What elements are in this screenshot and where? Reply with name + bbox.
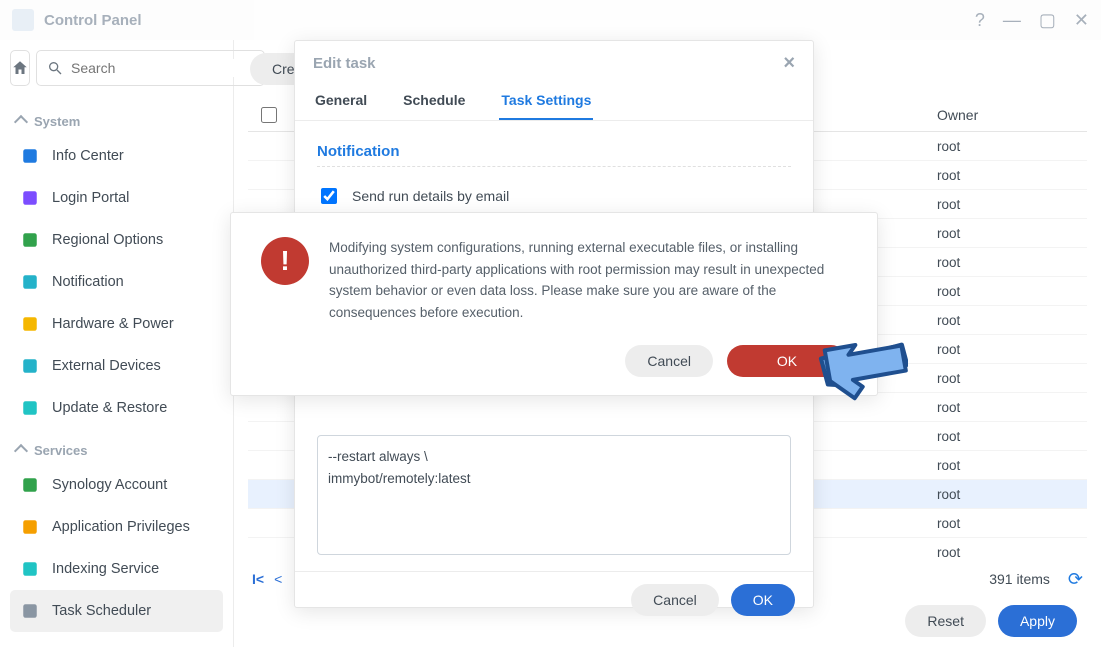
sidebar-item-label: Info Center bbox=[52, 148, 124, 164]
owner-cell: root bbox=[937, 458, 1087, 473]
tab-task-settings[interactable]: Task Settings bbox=[499, 92, 593, 120]
pager-prev-icon[interactable]: < bbox=[274, 571, 282, 587]
owner-cell: root bbox=[937, 313, 1087, 328]
owner-cell: root bbox=[937, 545, 1087, 560]
window-title: Control Panel bbox=[44, 12, 975, 29]
edit-cancel-button[interactable]: Cancel bbox=[631, 584, 719, 616]
edit-ok-label: OK bbox=[753, 592, 773, 608]
sidebar-item-info-center[interactable]: Info Center bbox=[10, 135, 223, 177]
sidebar-item-label: Hardware & Power bbox=[52, 316, 174, 332]
sidebar-item-notification[interactable]: Notification bbox=[10, 261, 223, 303]
owner-cell: root bbox=[937, 371, 1087, 386]
portal-icon bbox=[20, 188, 40, 208]
update-icon bbox=[20, 398, 40, 418]
warn-ok-button[interactable]: OK bbox=[727, 345, 847, 377]
home-button[interactable] bbox=[10, 50, 30, 86]
home-icon bbox=[11, 59, 29, 77]
reset-button[interactable]: Reset bbox=[905, 605, 986, 637]
send-email-label: Send run details by email bbox=[352, 188, 509, 204]
sidebar-item-indexing-service[interactable]: Indexing Service bbox=[10, 548, 223, 590]
sidebar: System Info Center Login Portal Regional Op… bbox=[0, 40, 234, 647]
section-notification: Notification bbox=[317, 137, 791, 167]
scheduler-icon bbox=[20, 601, 40, 621]
sidebar-item-label: Notification bbox=[52, 274, 124, 290]
owner-cell: root bbox=[937, 400, 1087, 415]
external-icon bbox=[20, 356, 40, 376]
section-label: Services bbox=[34, 443, 88, 458]
sidebar-item-label: Synology Account bbox=[52, 477, 167, 493]
sidebar-item-label: Regional Options bbox=[52, 232, 163, 248]
sidebar-item-label: Application Privileges bbox=[52, 519, 190, 535]
edit-task-title: Edit task bbox=[313, 55, 376, 72]
owner-cell: root bbox=[937, 197, 1087, 212]
edit-close-icon[interactable]: × bbox=[783, 53, 795, 73]
regional-icon bbox=[20, 230, 40, 250]
warn-ok-label: OK bbox=[777, 353, 797, 369]
script-line: immybot/remotely:latest bbox=[328, 468, 780, 490]
sidebar-item-label: Update & Restore bbox=[52, 400, 167, 416]
sidebar-item-external-devices[interactable]: External Devices bbox=[10, 345, 223, 387]
user-script-textarea[interactable]: --restart always \ immybot/remotely:late… bbox=[317, 435, 791, 555]
warn-cancel-button[interactable]: Cancel bbox=[625, 345, 713, 377]
help-icon[interactable]: ? bbox=[975, 10, 985, 31]
sidebar-item-label: Task Scheduler bbox=[52, 603, 151, 619]
section-label: System bbox=[34, 114, 80, 129]
chevron-up-icon bbox=[14, 114, 28, 128]
indexing-icon bbox=[20, 559, 40, 579]
search-input[interactable] bbox=[69, 59, 254, 77]
warning-icon: ! bbox=[261, 237, 309, 285]
warning-modal: ! Modifying system configurations, runni… bbox=[230, 212, 878, 396]
warning-text: Modifying system configurations, running… bbox=[329, 237, 847, 323]
edit-cancel-label: Cancel bbox=[653, 592, 697, 608]
account-icon bbox=[20, 475, 40, 495]
search-box[interactable] bbox=[36, 50, 265, 86]
send-email-checkbox[interactable] bbox=[321, 188, 337, 204]
select-all-checkbox[interactable] bbox=[261, 107, 277, 123]
sidebar-item-update-restore[interactable]: Update & Restore bbox=[10, 387, 223, 429]
owner-cell: root bbox=[937, 429, 1087, 444]
app-icon bbox=[12, 9, 34, 31]
owner-cell: root bbox=[937, 516, 1087, 531]
sidebar-item-label: Indexing Service bbox=[52, 561, 159, 577]
owner-cell: root bbox=[937, 342, 1087, 357]
privileges-icon bbox=[20, 517, 40, 537]
sidebar-item-login-portal[interactable]: Login Portal bbox=[10, 177, 223, 219]
item-count: 391 items bbox=[989, 571, 1050, 587]
tab-schedule[interactable]: Schedule bbox=[401, 92, 467, 120]
bulb-icon bbox=[20, 314, 40, 334]
sidebar-item-application-privileges[interactable]: Application Privileges bbox=[10, 506, 223, 548]
notification-icon bbox=[20, 272, 40, 292]
sidebar-item-hardware-power[interactable]: Hardware & Power bbox=[10, 303, 223, 345]
titlebar: Control Panel ? — ▢ ✕ bbox=[0, 0, 1101, 40]
search-icon bbox=[47, 60, 63, 76]
refresh-icon[interactable]: ⟳ bbox=[1068, 569, 1083, 590]
script-line: --restart always \ bbox=[328, 446, 780, 468]
close-icon[interactable]: ✕ bbox=[1074, 10, 1089, 31]
reset-label: Reset bbox=[927, 613, 964, 629]
edit-ok-button[interactable]: OK bbox=[731, 584, 795, 616]
owner-cell: root bbox=[937, 255, 1087, 270]
owner-cell: root bbox=[937, 487, 1087, 502]
sidebar-item-regional-options[interactable]: Regional Options bbox=[10, 219, 223, 261]
maximize-icon[interactable]: ▢ bbox=[1039, 10, 1056, 31]
sidebar-item-synology-account[interactable]: Synology Account bbox=[10, 464, 223, 506]
pager-first-icon[interactable]: I< bbox=[252, 571, 264, 587]
owner-cell: root bbox=[937, 226, 1087, 241]
owner-cell: root bbox=[937, 284, 1087, 299]
chevron-up-icon bbox=[14, 443, 28, 457]
tab-general[interactable]: General bbox=[313, 92, 369, 120]
minimize-icon[interactable]: — bbox=[1003, 10, 1021, 31]
sidebar-item-label: Login Portal bbox=[52, 190, 129, 206]
info-icon bbox=[20, 146, 40, 166]
col-owner[interactable]: Owner bbox=[937, 107, 1087, 123]
sidebar-item-label: External Devices bbox=[52, 358, 161, 374]
owner-cell: root bbox=[937, 168, 1087, 183]
owner-cell: root bbox=[937, 139, 1087, 154]
apply-label: Apply bbox=[1020, 613, 1055, 629]
edit-tabs: General Schedule Task Settings bbox=[295, 85, 813, 121]
sidebar-item-task-scheduler[interactable]: Task Scheduler bbox=[10, 590, 223, 632]
warn-cancel-label: Cancel bbox=[647, 353, 691, 369]
apply-button[interactable]: Apply bbox=[998, 605, 1077, 637]
pager: I< < bbox=[252, 571, 282, 587]
